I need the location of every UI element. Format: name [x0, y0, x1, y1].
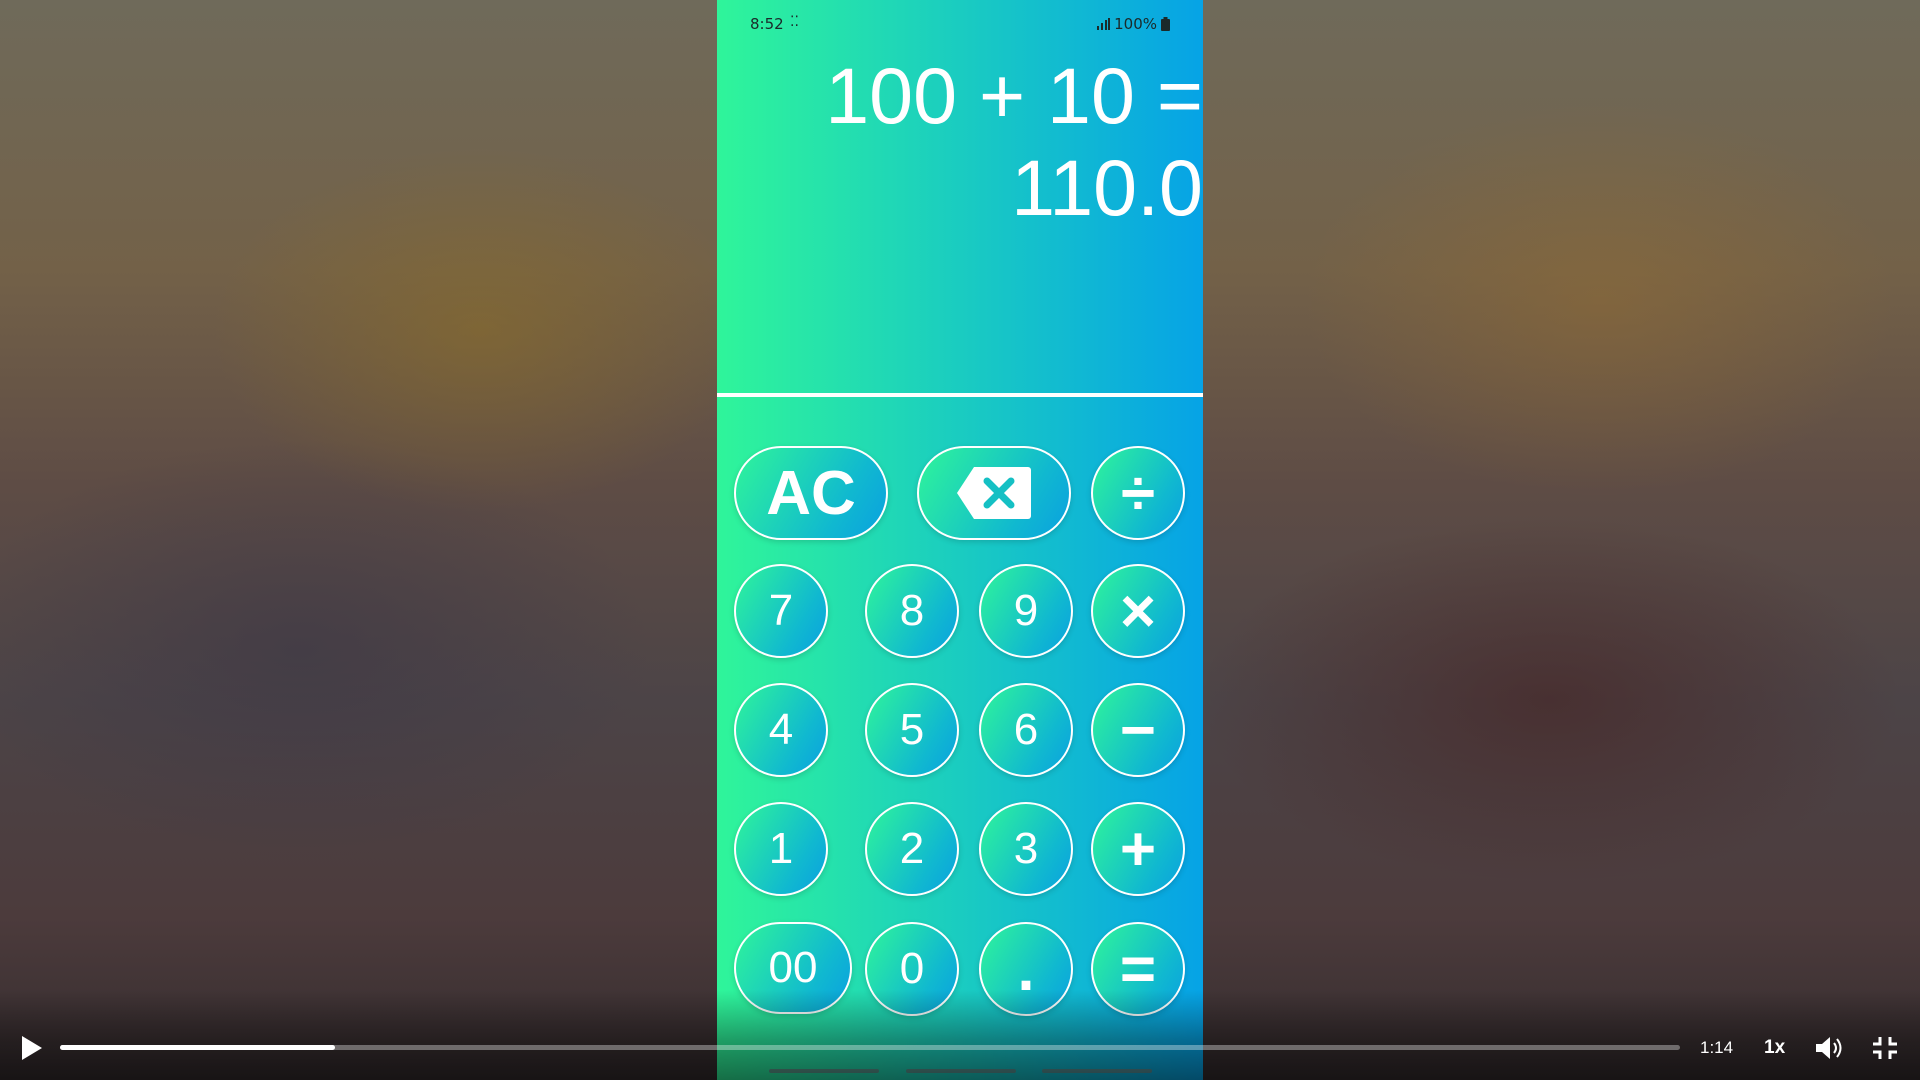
multiply-button[interactable]: × [1091, 564, 1185, 658]
status-time: 8:52 [750, 15, 784, 33]
key-9[interactable]: 9 [979, 564, 1073, 658]
battery-percentage: 100% [1114, 15, 1157, 33]
key-2[interactable]: 2 [865, 802, 959, 896]
current-time: 1:14 [1700, 1038, 1734, 1057]
backspace-icon [957, 467, 1031, 519]
display-result: 110.0 [1011, 143, 1203, 232]
player-controls-bar [0, 990, 1920, 1080]
divide-button[interactable]: ÷ [1091, 446, 1185, 540]
status-notification-dots: ⁚⁚ [790, 14, 799, 30]
minus-button[interactable]: − [1091, 683, 1185, 777]
clear-button[interactable]: AC [734, 446, 888, 540]
status-right: 100% [1096, 15, 1170, 33]
key-3[interactable]: 3 [979, 802, 1073, 896]
display-divider [717, 393, 1203, 397]
playback-speed-button[interactable]: 1x [1764, 1037, 1785, 1059]
key-7[interactable]: 7 [734, 564, 828, 658]
signal-icon [1097, 18, 1111, 30]
play-icon[interactable] [14, 1032, 48, 1064]
phone-screen: 8:52 ⁚⁚ 100% 100 + 10 = 110.0 AC ÷ 7 8 9… [717, 0, 1203, 1080]
backspace-button[interactable] [917, 446, 1071, 540]
key-6[interactable]: 6 [979, 683, 1073, 777]
display-expression: 100 + 10 = [825, 51, 1203, 140]
exit-fullscreen-icon[interactable] [1870, 1035, 1900, 1061]
progress-fill [60, 1045, 336, 1050]
key-5[interactable]: 5 [865, 683, 959, 777]
key-4[interactable]: 4 [734, 683, 828, 777]
key-8[interactable]: 8 [865, 564, 959, 658]
volume-icon[interactable] [1814, 1034, 1844, 1062]
progress-bar[interactable] [60, 1045, 1680, 1050]
plus-button[interactable]: + [1091, 802, 1185, 896]
battery-icon [1161, 17, 1170, 31]
key-1[interactable]: 1 [734, 802, 828, 896]
status-bar: 8:52 ⁚⁚ 100% [717, 13, 1203, 35]
